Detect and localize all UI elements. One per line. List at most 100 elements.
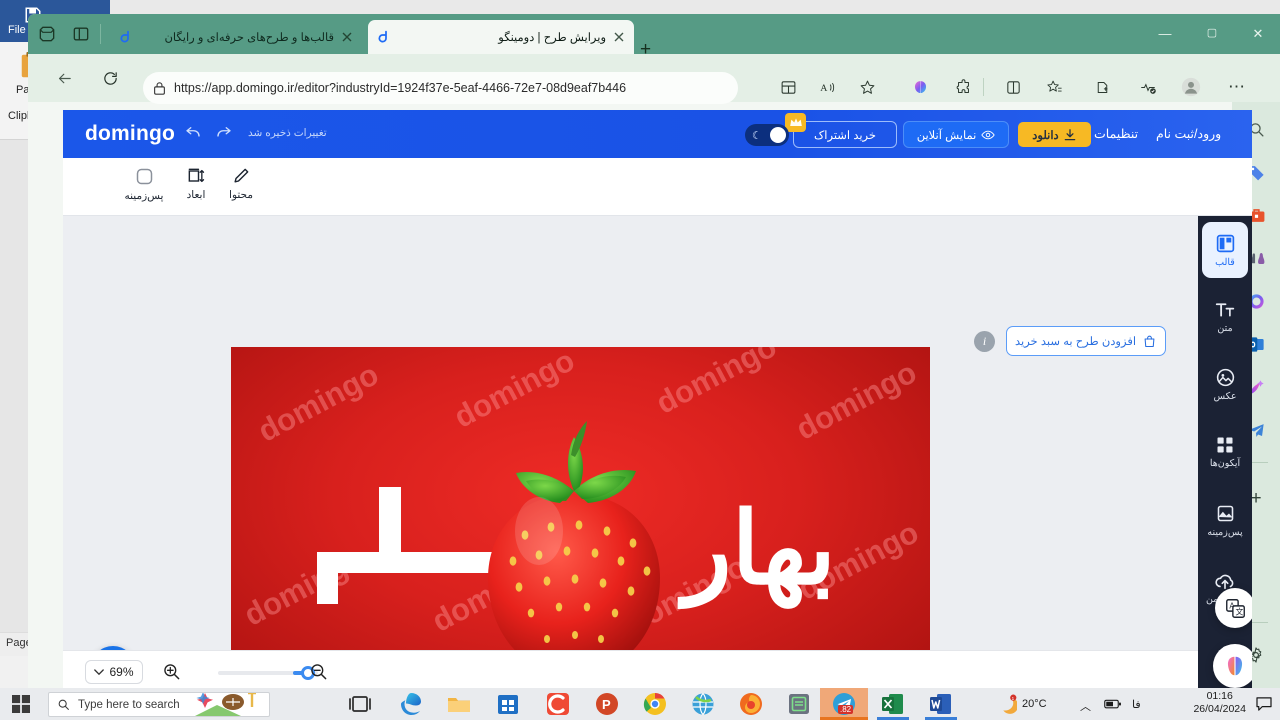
- design-artboard[interactable]: domingo domingo domingo domingo domingo …: [231, 347, 930, 688]
- windows-start-icon[interactable]: [12, 695, 30, 713]
- read-aloud-icon[interactable]: A: [813, 72, 843, 102]
- clock-date: 26/04/2024: [1193, 703, 1246, 715]
- buy-subscription-label: خرید اشتراک: [813, 129, 877, 142]
- taskbar-search-box[interactable]: Type here to search: [48, 692, 270, 717]
- weather-moon-icon[interactable]: 1: [995, 694, 1017, 714]
- tool-background[interactable]: پس‌زمینه: [117, 166, 171, 202]
- close-icon[interactable]: [612, 30, 626, 44]
- tool-dimensions-label: ابعاد: [186, 189, 206, 201]
- refresh-icon[interactable]: [96, 64, 124, 92]
- maximize-button[interactable]: ▢: [1190, 26, 1234, 42]
- windows-taskbar: Type here to search P .82 1 20°C ︿ فا 01…: [0, 688, 1280, 720]
- edit-pencil-icon: [234, 168, 249, 183]
- camtasia-icon[interactable]: [545, 691, 571, 717]
- zoom-toolbar: 69%: [63, 650, 1198, 688]
- browser-titlebar: قالب‌ها و طرح‌های حرفه‌ای و رایگان ویرای…: [28, 14, 1280, 59]
- translate-float-button[interactable]: A 文: [1215, 588, 1252, 628]
- browser-tab-1-title: قالب‌ها و طرح‌های حرفه‌ای و رایگان: [164, 32, 334, 44]
- online-preview-button[interactable]: نمایش آنلاین: [903, 121, 1009, 148]
- headline-stroke-left: [317, 552, 338, 604]
- app-logo[interactable]: domingo: [85, 122, 175, 146]
- health-icon[interactable]: [1133, 72, 1163, 102]
- settings-more-icon[interactable]: ⋯: [1222, 72, 1252, 102]
- ai-assistant-float-button[interactable]: [1213, 644, 1252, 688]
- internet-icon[interactable]: [690, 691, 716, 717]
- online-preview-label: نمایش آنلاین: [916, 129, 977, 142]
- design-headline: بهار: [683, 493, 836, 605]
- tab-list-icon[interactable]: [70, 24, 92, 44]
- browser-tab-2-title: ویرایش طرح | دومینگو: [498, 32, 606, 44]
- address-bar[interactable]: https://app.domingo.ir/editor?industryId…: [143, 72, 738, 104]
- favorites-list-icon[interactable]: [1039, 72, 1069, 102]
- rail-item-template[interactable]: قالب: [1202, 222, 1248, 278]
- favorite-star-icon[interactable]: [852, 72, 882, 102]
- download-button[interactable]: دانلود: [1018, 122, 1091, 147]
- browser-tab-2[interactable]: ویرایش طرح | دومینگو: [368, 20, 634, 54]
- tool-content-label: محتوا: [229, 189, 253, 201]
- notes-icon[interactable]: [786, 691, 812, 717]
- excel-icon[interactable]: [880, 691, 906, 717]
- action-center-icon[interactable]: [1256, 697, 1272, 711]
- back-arrow-icon[interactable]: [50, 64, 78, 92]
- chrome-icon[interactable]: [642, 691, 668, 717]
- add-to-cart-label: افزودن طرح به سبد خرید: [1014, 336, 1137, 348]
- background-icon: [1217, 505, 1233, 521]
- domingo-favicon: [378, 30, 387, 43]
- browser-navbar: https://app.domingo.ir/editor?industryId…: [28, 54, 1280, 104]
- taskbar-search-placeholder: Type here to search: [78, 698, 180, 711]
- task-view-icon[interactable]: [347, 691, 373, 717]
- domingo-editor-page: domingo تغییرات ذخیره شد ورود/ثبت نام تن…: [63, 110, 1252, 688]
- edge-icon[interactable]: [397, 690, 425, 718]
- copilot-icon[interactable]: [905, 72, 935, 102]
- rail-item-background[interactable]: پس‌زمینه: [1202, 492, 1248, 548]
- file-explorer-icon[interactable]: [446, 691, 472, 717]
- firefox-icon[interactable]: [738, 691, 764, 717]
- profile-avatar-icon[interactable]: [1176, 72, 1206, 102]
- taskbar-clock[interactable]: 01:16 26/04/2024: [1193, 690, 1246, 716]
- settings-link[interactable]: تنظیمات: [1094, 126, 1138, 141]
- extensions-icon[interactable]: [948, 72, 978, 102]
- tab-collections-icon[interactable]: [36, 24, 58, 44]
- zoom-out-button[interactable]: [309, 662, 329, 682]
- tool-dimensions[interactable]: ابعاد: [169, 166, 223, 201]
- microsoft-store-icon[interactable]: [495, 691, 521, 717]
- powerpoint-alt-icon[interactable]: P: [594, 691, 620, 717]
- close-window-button[interactable]: ✕: [1236, 26, 1280, 42]
- buy-subscription-button[interactable]: خرید اشتراک: [785, 113, 897, 148]
- close-icon[interactable]: [340, 30, 354, 44]
- split-screen-icon[interactable]: [773, 72, 803, 102]
- svg-text:文: 文: [1235, 606, 1243, 616]
- weather-temperature[interactable]: 20°C: [1022, 698, 1047, 710]
- ai-brain-icon: [1227, 656, 1243, 676]
- saved-status-text: تغییرات ذخیره شد: [248, 127, 327, 139]
- show-hidden-icons-chevron[interactable]: ︿: [1080, 698, 1091, 714]
- collections-icon[interactable]: [1087, 72, 1117, 102]
- rail-item-icons[interactable]: آیکون‌ها: [1202, 424, 1248, 480]
- crown-icon: [785, 113, 806, 132]
- word-icon[interactable]: [928, 691, 954, 717]
- editor-subtoolbar: محتوا ابعاد پس‌زمینه: [63, 158, 1252, 216]
- info-icon[interactable]: i: [974, 331, 995, 352]
- browser-tab-1[interactable]: قالب‌ها و طرح‌های حرفه‌ای و رایگان: [110, 20, 362, 54]
- dark-mode-toggle[interactable]: ☾: [745, 124, 789, 146]
- zoom-level-select[interactable]: 69%: [85, 660, 143, 684]
- office-file-menu[interactable]: File: [8, 24, 26, 36]
- background-square-icon: [136, 168, 152, 185]
- svg-text:A: A: [820, 83, 828, 94]
- tool-background-label: پس‌زمینه: [124, 190, 164, 202]
- telegram-badge: .82: [838, 705, 854, 714]
- zoom-in-button[interactable]: [162, 662, 182, 682]
- battery-icon[interactable]: [1104, 697, 1122, 711]
- language-indicator[interactable]: فا: [1132, 698, 1141, 711]
- rail-item-image[interactable]: عکس: [1202, 356, 1248, 412]
- signin-link[interactable]: ورود/ثبت نام: [1156, 126, 1221, 141]
- undo-icon[interactable]: [184, 124, 202, 142]
- strawberry-image: [488, 421, 660, 675]
- rail-item-text[interactable]: متن: [1202, 288, 1248, 344]
- browser-essentials-icon[interactable]: [998, 72, 1028, 102]
- add-to-cart-button[interactable]: افزودن طرح به سبد خرید: [1006, 326, 1166, 356]
- redo-icon[interactable]: [215, 124, 233, 142]
- minimize-button[interactable]: —: [1143, 26, 1187, 42]
- rail-item-icons-label: آیکون‌ها: [1209, 458, 1241, 469]
- app-header: domingo تغییرات ذخیره شد ورود/ثبت نام تن…: [63, 110, 1252, 158]
